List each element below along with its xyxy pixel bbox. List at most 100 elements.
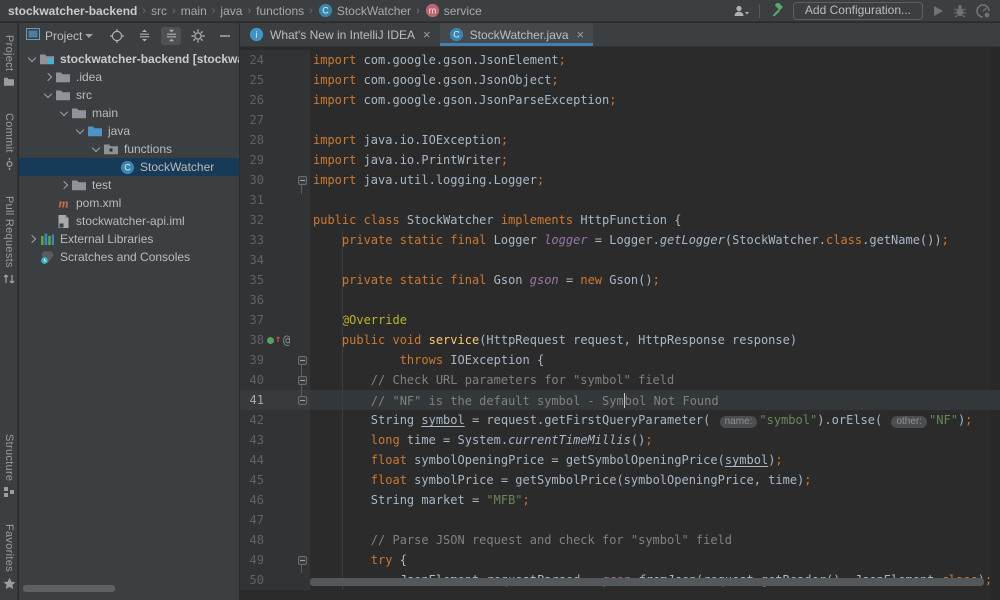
method-icon: m [425,3,440,18]
overrides-method-icon[interactable] [267,337,274,344]
collapse-all-icon[interactable] [161,27,181,45]
code-line-27[interactable]: 27 [240,110,1000,130]
tree-item-stockwatcher[interactable]: CStockWatcher [19,158,239,176]
code-line-48[interactable]: 48 // Parse JSON request and check for "… [240,530,1000,550]
chevron-down-icon[interactable] [25,58,39,61]
code-line-41[interactable]: 41 // "NF" is the default symbol - Symbo… [240,390,1000,410]
code-line-29[interactable]: 29import java.io.PrintWriter; [240,150,1000,170]
code-text: import com.google.gson.JsonObject; [310,73,559,87]
gutter: 48 [240,530,310,550]
editor-horizontal-scrollbar[interactable] [310,578,984,586]
gutter: 30 [240,170,310,190]
tree-item-java[interactable]: java [19,122,239,140]
fold-marker-icon[interactable] [298,356,307,365]
code-line-26[interactable]: 26import com.google.gson.JsonParseExcept… [240,90,1000,110]
code-line-38[interactable]: 38↑@ public void service(HttpRequest req… [240,330,1000,350]
gear-icon[interactable] [188,27,208,45]
fold-marker-icon[interactable] [298,396,307,405]
chevron-right-icon[interactable] [57,182,71,188]
profiler-icon[interactable] [976,4,990,18]
fold-marker-icon[interactable] [298,376,307,385]
code-line-36[interactable]: 36 [240,290,1000,310]
tree-item-src[interactable]: src [19,86,239,104]
chevron-right-icon[interactable] [25,236,39,242]
line-number: 43 [240,433,264,447]
tree-item-stockwatcher-api-iml[interactable]: stockwatcher-api.iml [19,212,239,230]
pull-requests-tool-icon [3,273,15,285]
hide-panel-icon[interactable] [215,27,235,45]
tab-label: What's New in IntelliJ IDEA [270,28,415,42]
tree-item-external-libraries[interactable]: External Libraries [19,230,239,248]
breadcrumb-item-java[interactable]: java [220,4,242,18]
code-line-45[interactable]: 45 float symbolPrice = getSymbolPrice(sy… [240,470,1000,490]
chevron-down-icon[interactable] [41,94,55,97]
code-line-31[interactable]: 31 [240,190,1000,210]
chevron-down-icon[interactable] [73,130,87,133]
code-line-40[interactable]: 40 // Check URL parameters for "symbol" … [240,370,1000,390]
breadcrumb-item-service[interactable]: mservice [425,3,482,18]
tree-item-stockwatcher-backend-stockwatche[interactable]: stockwatcher-backend [stockwatche [19,50,239,68]
tree-item-idea[interactable]: .idea [19,68,239,86]
project-horizontal-scrollbar[interactable] [23,585,115,592]
expand-all-icon[interactable] [134,27,154,45]
code-line-39[interactable]: 39 throws IOException { [240,350,1000,370]
code-line-42[interactable]: 42 String symbol = request.getFirstQuery… [240,410,1000,430]
code-line-33[interactable]: 33 private static final Logger logger = … [240,230,1000,250]
breadcrumb-item-functions[interactable]: functions [256,4,304,18]
code-line-49[interactable]: 49 try { [240,550,1000,570]
breadcrumb-item-stockwatcher[interactable]: CStockWatcher [318,3,411,18]
users-icon[interactable] [733,4,750,18]
indent-guide [342,230,343,590]
tree-item-label: pom.xml [76,196,121,210]
code-line-43[interactable]: 43 long time = System.currentTimeMillis(… [240,430,1000,450]
tab-what-s-new-in-intellij-idea[interactable]: iWhat's New in IntelliJ IDEA× [240,23,440,46]
code-text: @Override [310,313,407,327]
breadcrumb-item-main[interactable]: main [181,4,207,18]
chevron-down-icon[interactable] [57,112,71,115]
close-icon[interactable]: × [577,30,585,40]
chevron-right-icon[interactable] [41,74,55,80]
code-line-47[interactable]: 47 [240,510,1000,530]
code-line-46[interactable]: 46 String market = "MFB"; [240,490,1000,510]
breadcrumb-item-stockwatcher-backend[interactable]: stockwatcher-backend [8,4,137,18]
tree-item-test[interactable]: test [19,176,239,194]
fold-marker-icon[interactable] [298,176,307,185]
tree-item-functions[interactable]: functions [19,140,239,158]
code-line-44[interactable]: 44 float symbolOpeningPrice = getSymbolO… [240,450,1000,470]
add-configuration-button[interactable]: Add Configuration... [793,2,923,20]
code-editor[interactable]: 24import com.google.gson.JsonElement; 25 i… [240,47,1000,600]
tool-window-button-commit[interactable]: Commit [3,113,15,170]
run-icon[interactable] [932,5,944,17]
breadcrumb-item-src[interactable]: src [151,4,167,18]
build-hammer-icon[interactable] [769,3,784,18]
debug-icon[interactable] [953,4,967,18]
tree-item-pom-xml[interactable]: mpom.xml [19,194,239,212]
panel-title[interactable]: Project [45,29,82,43]
code-line-37[interactable]: 37 @Override [240,310,1000,330]
chevron-down-icon[interactable] [85,34,93,38]
tree-item-label: .idea [76,70,102,84]
close-icon[interactable]: × [423,30,431,40]
code-line-30[interactable]: 30import java.util.logging.Logger; [240,170,1000,190]
tree-item-main[interactable]: main [19,104,239,122]
line-number: 24 [240,53,264,67]
locate-file-icon[interactable] [107,27,127,45]
code-line-24[interactable]: 24import com.google.gson.JsonElement; [240,50,1000,70]
tool-window-button-structure[interactable]: Structure [3,434,15,498]
fold-marker-icon[interactable] [298,556,307,565]
code-line-25[interactable]: 25 import com.google.gson.JsonObject; [240,70,1000,90]
code-line-35[interactable]: 35 private static final Gson gson = new … [240,270,1000,290]
chevron-down-icon[interactable] [89,148,103,151]
code-line-34[interactable]: 34 [240,250,1000,270]
tool-window-button-favorites[interactable]: Favorites [3,524,16,590]
code-line-32[interactable]: 32public class StockWatcher implements H… [240,210,1000,230]
tool-window-button-pull-requests[interactable]: Pull Requests [3,196,15,285]
tree-item-label: stockwatcher-backend [stockwatche [60,52,239,66]
toolbar-divider [759,4,760,18]
tool-window-button-project[interactable]: Project [3,35,15,87]
tab-stockwatcher-java[interactable]: CStockWatcher.java× [440,23,594,46]
line-number: 25 [240,73,264,87]
line-number: 40 [240,373,264,387]
tree-item-scratches-and-consoles[interactable]: Scratches and Consoles [19,248,239,266]
code-line-28[interactable]: 28import java.io.IOException; [240,130,1000,150]
